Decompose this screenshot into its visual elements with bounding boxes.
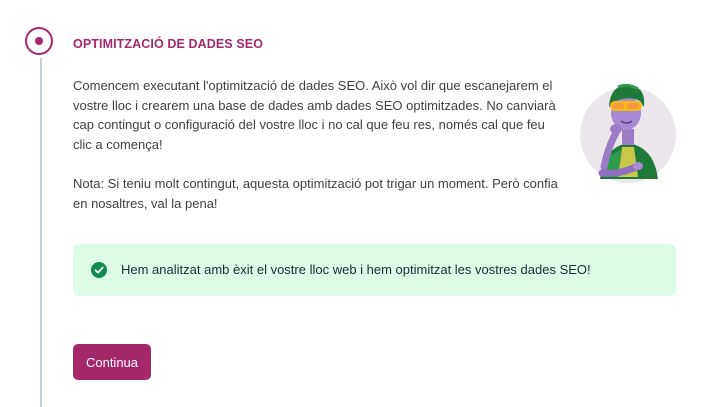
step-indicator-dot [35,37,43,45]
timeline-line [40,58,42,407]
step-indicator-icon [25,27,53,55]
step-title: OPTIMITZACIÓ DE DADES SEO [73,37,264,51]
mascot-illustration [580,83,676,183]
step-note: Nota: Si teniu molt contingut, aquesta o… [73,176,558,211]
continue-button[interactable]: Continua [73,344,151,380]
step-description: Comencem executant l'optimització de dad… [73,78,556,152]
success-alert-message: Hem analitzat amb èxit el vostre lloc we… [121,262,591,277]
check-circle-icon [91,262,107,278]
success-alert: Hem analitzat amb èxit el vostre lloc we… [73,244,676,296]
